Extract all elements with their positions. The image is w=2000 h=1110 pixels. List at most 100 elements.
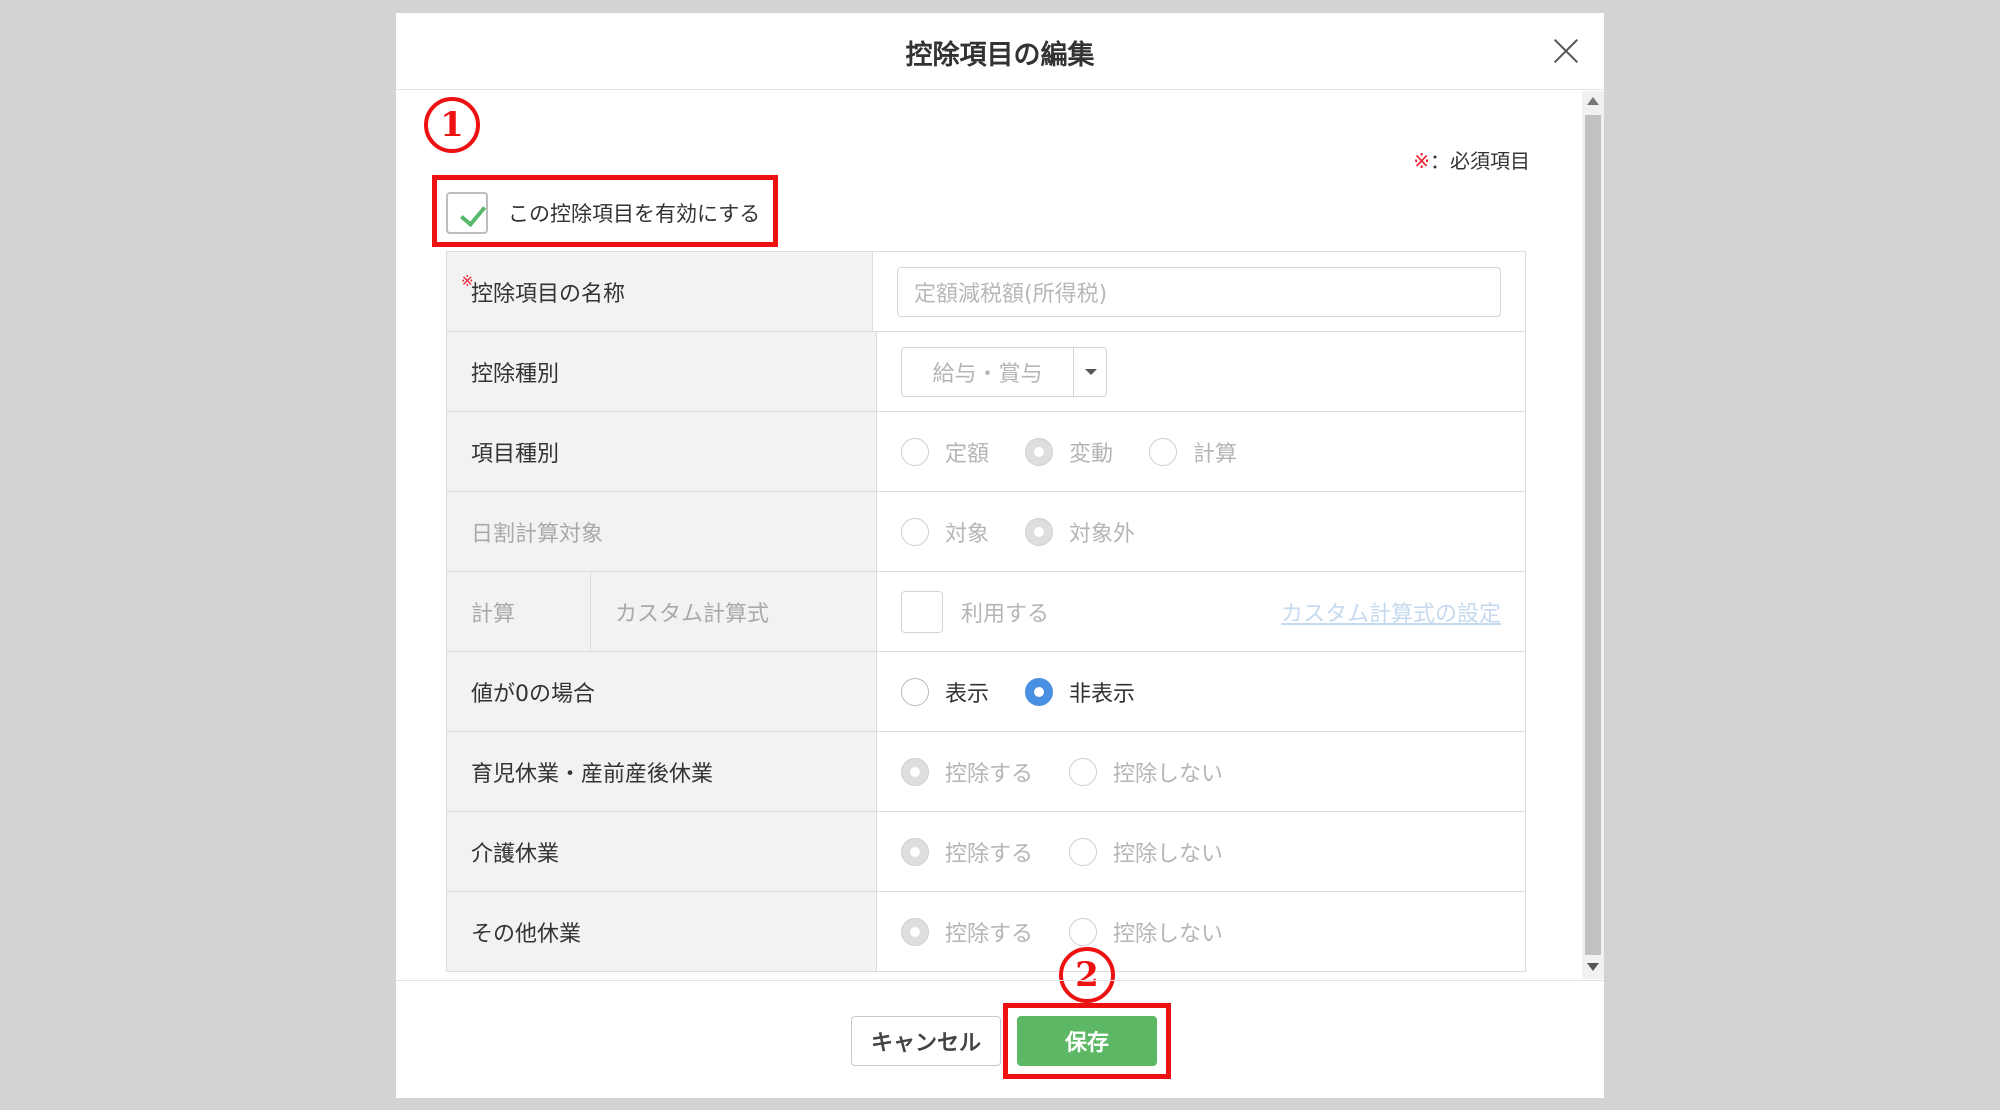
nursing-leave-header: 介護休業 <box>447 812 877 891</box>
name-label: 控除項目の名称 <box>471 281 626 307</box>
row-deduction-type: 控除種別 給与・賞与 <box>446 332 1526 412</box>
daily-calc-radio-group: 対象 対象外 <box>901 516 1171 548</box>
radio-selected-icon[interactable] <box>1025 677 1054 706</box>
enable-row[interactable]: この控除項目を有効にする <box>446 191 760 235</box>
row-other-leave: その他休業 控除する 控除しない <box>446 892 1526 972</box>
cancel-button[interactable]: キャンセル <box>851 1016 1001 1066</box>
edit-deduction-modal: 控除項目の編集 1 ※：必須項目 この控除項目を有効にする ※ 控除項目の名称 … <box>396 13 1604 1098</box>
name-required-mark: ※ <box>461 272 474 290</box>
radio-selected-icon[interactable] <box>1025 517 1054 546</box>
zero-value-option-show[interactable]: 表示 <box>901 676 989 708</box>
other-leave-header: その他休業 <box>447 892 877 971</box>
radio-label: 控除する <box>945 841 1034 867</box>
radio-label: 控除する <box>945 761 1034 787</box>
radio-icon[interactable] <box>901 677 929 706</box>
childcare-leave-option-no-deduct[interactable]: 控除しない <box>1069 756 1223 788</box>
deduction-type-label: 控除種別 <box>471 361 560 387</box>
use-custom-formula-label: 利用する <box>961 601 1050 627</box>
nursing-leave-option-deduct[interactable]: 控除する <box>901 836 1033 868</box>
name-cell: 定額減税額(所得税) <box>873 252 1525 331</box>
custom-formula-label: カスタム計算式 <box>615 601 770 627</box>
daily-calc-header: 日割計算対象 <box>447 492 877 571</box>
calc-label: 計算 <box>447 572 591 651</box>
radio-label: 変動 <box>1069 441 1114 467</box>
nursing-leave-cell: 控除する 控除しない <box>877 812 1525 891</box>
form-table: ※ 控除項目の名称 定額減税額(所得税) 控除種別 給与・賞与 項目種別 定額 … <box>446 251 1526 972</box>
childcare-leave-label: 育児休業・産前産後休業 <box>471 761 714 787</box>
modal-footer: キャンセル 保存 <box>396 980 1604 1098</box>
deduction-type-select[interactable]: 給与・賞与 <box>901 346 1107 397</box>
row-childcare-leave: 育児休業・産前産後休業 控除する 控除しない <box>446 732 1526 812</box>
radio-icon[interactable] <box>1069 757 1098 786</box>
childcare-leave-header: 育児休業・産前産後休業 <box>447 732 877 811</box>
radio-icon[interactable] <box>1069 917 1098 946</box>
deduction-type-cell: 給与・賞与 <box>877 332 1525 411</box>
deduction-type-value: 給与・賞与 <box>902 347 1074 396</box>
required-note: ※：必須項目 <box>1413 145 1530 174</box>
close-icon[interactable] <box>1550 35 1582 67</box>
childcare-leave-radio-group: 控除する 控除しない <box>901 756 1259 788</box>
item-type-label: 項目種別 <box>471 441 560 467</box>
radio-label: 定額 <box>945 441 990 467</box>
row-name: ※ 控除項目の名称 定額減税額(所得税) <box>446 252 1526 332</box>
radio-icon[interactable] <box>1149 437 1178 466</box>
modal-scrollbar[interactable] <box>1582 91 1604 979</box>
enable-label: この控除項目を有効にする <box>508 202 761 226</box>
zero-value-header: 値が0の場合 <box>447 652 877 731</box>
required-note-text: ：必須項目 <box>1430 149 1530 173</box>
deduction-type-header: 控除種別 <box>447 332 877 411</box>
item-type-option-calc[interactable]: 計算 <box>1149 436 1237 468</box>
radio-selected-icon[interactable] <box>901 757 929 786</box>
radio-selected-icon[interactable] <box>901 917 929 946</box>
radio-icon[interactable] <box>1069 837 1098 866</box>
childcare-leave-cell: 控除する 控除しない <box>877 732 1525 811</box>
scroll-thumb[interactable] <box>1585 115 1601 955</box>
radio-label: 計算 <box>1193 441 1238 467</box>
row-item-type: 項目種別 定額 変動 計算 <box>446 412 1526 492</box>
childcare-leave-option-deduct[interactable]: 控除する <box>901 756 1033 788</box>
caret-down-icon[interactable] <box>1074 348 1106 396</box>
radio-label: 非表示 <box>1069 681 1136 707</box>
radio-label: 対象 <box>945 521 990 547</box>
radio-label: 控除しない <box>1113 841 1224 867</box>
radio-icon[interactable] <box>901 437 929 466</box>
radio-label: 控除しない <box>1113 761 1224 787</box>
daily-calc-cell: 対象 対象外 <box>877 492 1525 571</box>
radio-label: 表示 <box>945 681 990 707</box>
zero-value-radio-group: 表示 非表示 <box>901 676 1171 708</box>
radio-selected-icon[interactable] <box>901 837 929 866</box>
zero-value-option-hide[interactable]: 非表示 <box>1025 676 1135 708</box>
nursing-leave-radio-group: 控除する 控除しない <box>901 836 1259 868</box>
radio-selected-icon[interactable] <box>1025 437 1054 466</box>
radio-label: 対象外 <box>1069 521 1136 547</box>
custom-formula-settings-link[interactable]: カスタム計算式の設定 <box>1281 596 1501 628</box>
item-type-cell: 定額 変動 計算 <box>877 412 1525 491</box>
name-header: ※ 控除項目の名称 <box>447 252 873 331</box>
zero-value-cell: 表示 非表示 <box>877 652 1525 731</box>
nursing-leave-option-no-deduct[interactable]: 控除しない <box>1069 836 1223 868</box>
radio-label: 控除しない <box>1113 921 1224 947</box>
calc-cell: 利用する カスタム計算式の設定 <box>877 572 1525 651</box>
modal-title: 控除項目の編集 <box>905 40 1095 71</box>
modal-body: 1 ※：必須項目 この控除項目を有効にする ※ 控除項目の名称 定額減税額(所得… <box>396 91 1604 979</box>
other-leave-label: その他休業 <box>471 921 582 947</box>
scroll-down-arrow-icon[interactable] <box>1587 963 1599 971</box>
scroll-up-arrow-icon[interactable] <box>1587 97 1599 105</box>
item-type-option-fixed[interactable]: 定額 <box>901 436 989 468</box>
item-type-option-variable[interactable]: 変動 <box>1025 436 1113 468</box>
name-input[interactable]: 定額減税額(所得税) <box>897 266 1501 317</box>
enable-checkbox[interactable] <box>446 192 488 234</box>
zero-value-label: 値が0の場合 <box>471 681 595 707</box>
use-custom-formula-checkbox[interactable] <box>901 590 943 633</box>
other-leave-option-no-deduct[interactable]: 控除しない <box>1069 916 1223 948</box>
calc-header: 計算 カスタム計算式 <box>447 572 877 651</box>
row-calc: 計算 カスタム計算式 利用する カスタム計算式の設定 <box>446 572 1526 652</box>
save-button[interactable]: 保存 <box>1017 1016 1157 1066</box>
daily-calc-option-target[interactable]: 対象 <box>901 516 989 548</box>
other-leave-option-deduct[interactable]: 控除する <box>901 916 1033 948</box>
row-zero-value: 値が0の場合 表示 非表示 <box>446 652 1526 732</box>
daily-calc-option-excluded[interactable]: 対象外 <box>1025 516 1135 548</box>
annotation-step-1: 1 <box>424 97 480 153</box>
radio-icon[interactable] <box>901 517 929 546</box>
other-leave-cell: 控除する 控除しない <box>877 892 1525 971</box>
